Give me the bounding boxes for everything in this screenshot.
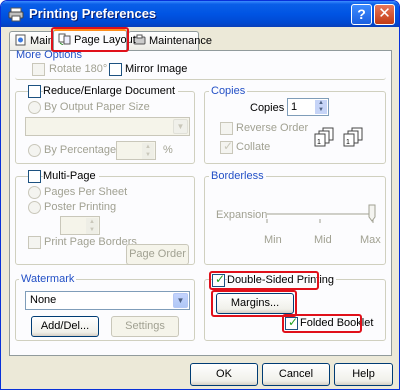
copies-up-icon[interactable]: ▲	[315, 100, 327, 107]
by-output-paper-size-label: By Output Paper Size	[44, 101, 150, 113]
expansion-max: Max	[360, 234, 381, 246]
reverse-order-label: Reverse Order	[236, 122, 309, 134]
help-button[interactable]: Help	[334, 363, 393, 386]
tab-main-label: Main	[30, 35, 54, 47]
multi-page-label: Multi-Page	[43, 170, 99, 182]
spin-up-icon[interactable]: ▲	[142, 143, 154, 151]
window-title: Printing Preferences	[29, 6, 157, 21]
margins-button[interactable]: Margins...	[216, 293, 294, 314]
slider-ticks	[266, 219, 374, 223]
spin-down-icon[interactable]: ▼	[86, 226, 98, 234]
rotate-180-label: Rotate 180°	[49, 63, 108, 75]
percent-unit: %	[163, 144, 173, 156]
output-paper-size-select[interactable]: ▼	[25, 117, 190, 136]
mirror-image-label: Mirror Image	[125, 63, 188, 75]
copies-group-label: Copies	[209, 85, 248, 97]
spin-up-icon[interactable]: ▲	[86, 218, 98, 226]
watermark-settings-button[interactable]: Settings	[111, 316, 179, 337]
ok-button[interactable]: OK	[190, 363, 258, 386]
slider-thumb[interactable]	[368, 204, 376, 222]
borderless-group-label: Borderless	[209, 170, 266, 182]
pages-per-sheet-radio[interactable]	[28, 186, 41, 199]
title-bar[interactable]: Printing Preferences ? ✕	[1, 1, 399, 27]
reduce-enlarge-checkbox[interactable]	[28, 85, 41, 98]
tab-maintenance-label: Maintenance	[149, 35, 212, 47]
reverse-order-checkbox[interactable]	[220, 122, 233, 135]
by-percentage-radio[interactable]	[28, 144, 41, 157]
mirror-image-checkbox[interactable]	[109, 63, 122, 76]
chevron-down-icon: ▼	[173, 293, 188, 308]
printing-preferences-window: Printing Preferences ? ✕ Main Page Layou…	[0, 0, 400, 390]
collate-checkbox[interactable]: ✓	[220, 139, 233, 154]
folded-booklet-label: Folded Booklet	[300, 317, 374, 329]
copies-input[interactable]: 1 ▲ ▼	[287, 98, 329, 116]
collate-pages-icon: 1	[314, 127, 334, 147]
chevron-down-icon: ▼	[173, 119, 188, 134]
page-order-button[interactable]: Page Order	[126, 244, 189, 265]
multi-page-stepper[interactable]: ▲ ▼	[60, 216, 100, 235]
page-layout-tab-icon	[58, 33, 71, 45]
rotate-180-checkbox[interactable]	[32, 63, 45, 76]
tab-page-layout[interactable]: Page Layout	[53, 29, 136, 51]
printer-icon	[8, 7, 24, 22]
print-page-borders-checkbox[interactable]	[28, 236, 41, 249]
help-title-button[interactable]: ?	[351, 4, 372, 25]
tab-main[interactable]: Main	[9, 31, 55, 50]
expansion-min: Min	[264, 234, 282, 246]
watermark-value: None	[30, 294, 57, 306]
by-percentage-label: By Percentage	[44, 144, 117, 156]
cancel-button[interactable]: Cancel	[262, 363, 330, 386]
expansion-mid: Mid	[314, 234, 332, 246]
reduce-enlarge-label: Reduce/Enlarge Document	[43, 85, 179, 97]
double-sided-checkbox[interactable]: ✓	[212, 272, 225, 287]
percentage-stepper[interactable]: ▲ ▼	[116, 141, 156, 160]
pages-per-sheet-label: Pages Per Sheet	[44, 186, 128, 198]
by-output-paper-size-radio[interactable]	[28, 101, 41, 114]
folded-booklet-checkbox[interactable]: ✓	[285, 315, 298, 330]
poster-printing-radio[interactable]	[28, 201, 41, 214]
tab-page-layout-label: Page Layout	[74, 34, 136, 46]
expansion-slider[interactable]	[263, 199, 381, 229]
svg-text:1: 1	[346, 139, 350, 146]
copies-label: Copies	[250, 102, 285, 114]
spin-down-icon[interactable]: ▼	[142, 151, 154, 159]
svg-text:1: 1	[317, 139, 321, 146]
tab-maintenance[interactable]: Maintenance	[128, 31, 212, 50]
collate-label: Collate	[236, 141, 271, 153]
double-sided-label: Double-Sided Printing	[227, 274, 337, 286]
multi-page-checkbox[interactable]	[28, 170, 41, 183]
main-tab-icon	[15, 34, 26, 46]
close-title-button[interactable]: ✕	[374, 4, 395, 25]
copies-down-icon[interactable]: ▼	[315, 107, 327, 114]
watermark-group-label: Watermark	[19, 273, 77, 285]
add-del-button[interactable]: Add/Del...	[31, 316, 99, 337]
watermark-select[interactable]: None ▼	[25, 291, 190, 310]
collate-pages-icon: 1	[343, 127, 363, 147]
expansion-label: Expansion	[216, 209, 268, 221]
print-page-borders-label: Print Page Borders	[44, 236, 137, 248]
copies-value: 1	[291, 101, 298, 113]
poster-printing-label: Poster Printing	[44, 201, 117, 213]
